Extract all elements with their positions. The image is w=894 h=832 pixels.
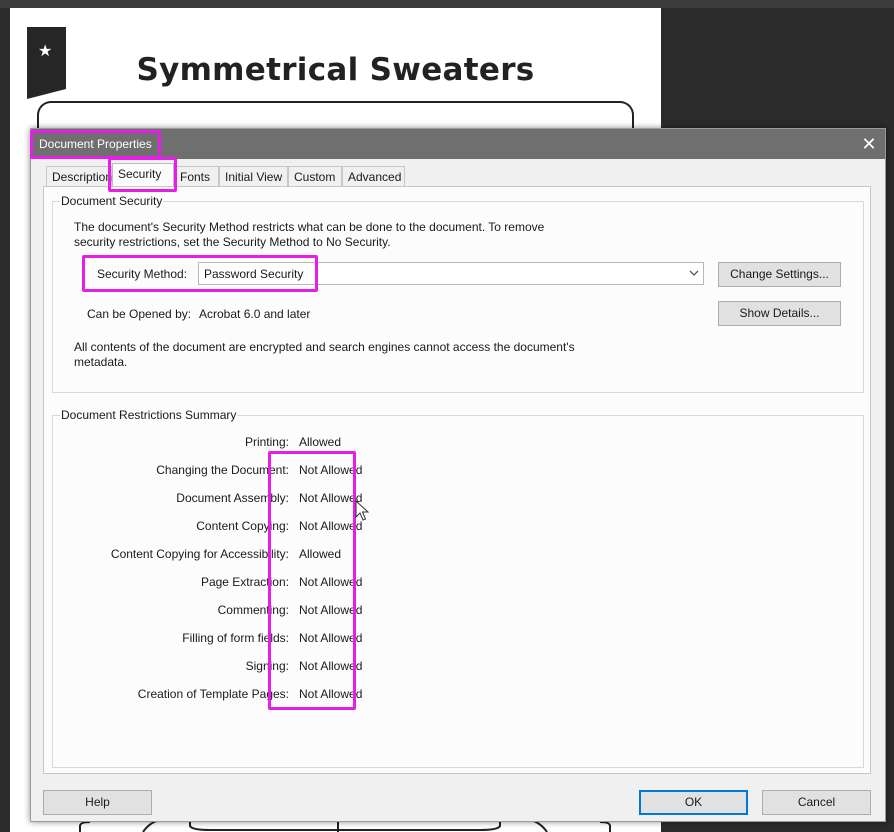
restriction-value: Not Allowed <box>299 659 363 673</box>
restriction-value: Not Allowed <box>299 687 363 701</box>
document-properties-dialog: Document Properties ✕ Description Securi… <box>30 128 886 822</box>
restriction-value: Not Allowed <box>299 631 363 645</box>
change-settings-button[interactable]: Change Settings... <box>718 262 841 287</box>
restriction-value: Not Allowed <box>299 519 363 533</box>
document-security-heading: Document Security <box>60 194 164 208</box>
cancel-button[interactable]: Cancel <box>762 790 871 815</box>
restriction-value: Not Allowed <box>299 603 363 617</box>
restriction-label: Signing: <box>245 659 289 673</box>
opened-by-label: Can be Opened by: <box>87 307 192 321</box>
tab-custom[interactable]: Custom <box>288 166 342 186</box>
opened-by-value: Acrobat 6.0 and later <box>199 307 311 321</box>
security-method-value: Password Security <box>204 267 304 281</box>
viewer-top-strip <box>0 0 894 8</box>
encryption-note-line2: metadata. <box>74 355 128 369</box>
security-intro-line1: The document's Security Method restricts… <box>74 220 545 234</box>
pdf-title: Symmetrical Sweaters <box>136 52 535 88</box>
restriction-value: Not Allowed <box>299 575 363 589</box>
show-details-button[interactable]: Show Details... <box>718 301 841 326</box>
restriction-value: Not Allowed <box>299 463 363 477</box>
dialog-title: Document Properties <box>39 137 152 151</box>
help-button[interactable]: Help <box>43 790 152 815</box>
security-method-select[interactable]: Password Security <box>198 262 704 285</box>
tab-security[interactable]: Security <box>112 163 174 186</box>
viewer-left-gutter <box>0 8 10 832</box>
restriction-label: Filling of form fields: <box>182 631 289 645</box>
mouse-cursor-icon <box>355 500 369 521</box>
restrictions-summary-group: Document Restrictions Summary Printing: … <box>52 408 864 768</box>
restriction-label: Content Copying for Accessibility: <box>110 547 289 561</box>
close-icon[interactable]: ✕ <box>859 134 879 154</box>
restrictions-summary-heading: Document Restrictions Summary <box>60 408 238 422</box>
tab-fonts[interactable]: Fonts <box>174 166 219 186</box>
encryption-note-line1: All contents of the document are encrypt… <box>74 340 575 354</box>
restriction-label: Changing the Document: <box>156 463 289 477</box>
security-intro-line2: security restrictions, set the Security … <box>74 235 391 249</box>
restriction-label: Document Assembly: <box>176 491 289 505</box>
ok-button[interactable]: OK <box>639 790 748 815</box>
restriction-value: Not Allowed <box>299 491 363 505</box>
restriction-label: Printing: <box>244 435 289 449</box>
restriction-label: Creation of Template Pages: <box>137 687 289 701</box>
tab-description[interactable]: Description <box>46 166 112 186</box>
restriction-value: Allowed <box>299 547 342 561</box>
security-method-label: Security Method: <box>97 267 188 281</box>
chevron-down-icon <box>689 270 699 276</box>
restriction-label: Page Extraction: <box>200 575 289 589</box>
restriction-label: Content Copying: <box>196 519 289 533</box>
restriction-label: Commenting: <box>217 603 289 617</box>
dialog-titlebar[interactable]: Document Properties ✕ <box>31 129 885 159</box>
tab-initial-view[interactable]: Initial View <box>219 166 288 186</box>
document-security-group: Document Security The document's Securit… <box>52 194 864 393</box>
restriction-value: Allowed <box>299 435 342 449</box>
security-tab-panel: Document Security The document's Securit… <box>43 186 871 774</box>
tab-advanced[interactable]: Advanced <box>342 166 405 186</box>
